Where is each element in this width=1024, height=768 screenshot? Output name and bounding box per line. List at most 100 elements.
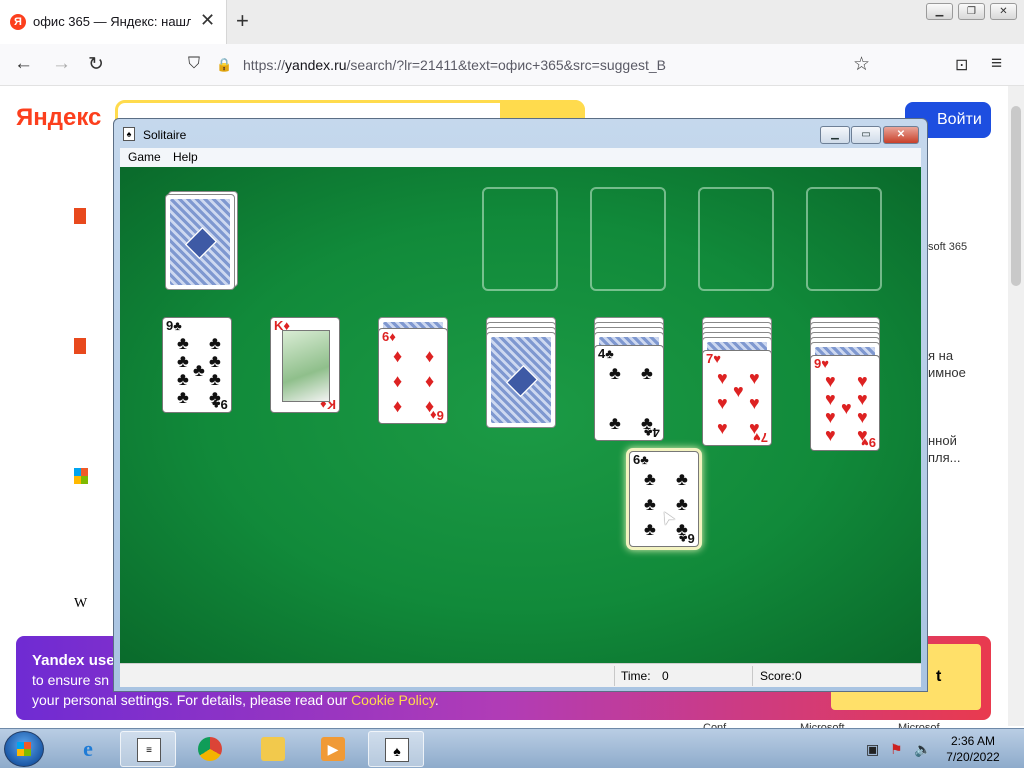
start-button[interactable] bbox=[4, 731, 44, 767]
taskbar: e ≡ ▶ ♠ ▣ ⚑ 🔈 2:36 AM 7/20/2022 bbox=[0, 728, 1024, 768]
result-text[interactable]: я на bbox=[928, 348, 953, 363]
card-pip: ♣ bbox=[676, 494, 688, 514]
card-pip: ♣ bbox=[177, 387, 189, 407]
tableau-card[interactable]: 6♦ 6♦ ♦ ♦ ♦ ♦ ♦ ♦ bbox=[378, 328, 448, 424]
solitaire-minimize-button[interactable]: ▁ bbox=[820, 126, 850, 144]
face-down-card[interactable] bbox=[486, 332, 556, 428]
stock-pile[interactable] bbox=[165, 194, 235, 290]
forward-icon[interactable]: → bbox=[52, 53, 71, 75]
card-pip: ♣ bbox=[209, 369, 221, 389]
game-table[interactable]: 9♣ 9♣ ♣ ♣ ♣ ♣ ♣ ♣ ♣ ♣ ♣ K♦ K♦ 6♦ 6♦ ♦ ♦ ♦ ♦ ♦ ♦ 4♣ 4♣ ♣ ♣ ♣ ♣ 7♥ 7♥ ♥… bbox=[120, 167, 921, 663]
result-text[interactable]: soft 365 bbox=[928, 241, 967, 253]
score-value: 0 bbox=[795, 669, 802, 683]
card-rank-top: 7♥ bbox=[706, 351, 721, 366]
card-pip: ♥ bbox=[825, 407, 836, 427]
menu-icon[interactable]: ≡ bbox=[991, 53, 1002, 75]
reload-icon[interactable]: ↻ bbox=[88, 53, 104, 76]
status-separator bbox=[614, 666, 615, 686]
card-pip: ♣ bbox=[644, 494, 656, 514]
file-explorer-taskbar-button[interactable] bbox=[245, 731, 301, 767]
card-pip: ♦ bbox=[393, 371, 403, 391]
notepad-taskbar-button[interactable]: ≡ bbox=[120, 731, 176, 767]
clock-date: 7/20/2022 bbox=[946, 750, 1000, 764]
action-center-flag-icon[interactable]: ⚑ bbox=[890, 741, 903, 758]
tableau-card[interactable]: 4♣ 4♣ ♣ ♣ ♣ ♣ bbox=[594, 345, 664, 441]
card-pip: ♥ bbox=[717, 393, 728, 413]
card-pip: ♥ bbox=[749, 418, 760, 438]
close-button[interactable]: ✕ bbox=[990, 3, 1017, 20]
taskbar-clock[interactable]: 2:36 AM 7/20/2022 bbox=[930, 733, 1016, 765]
card-pip: ♣ bbox=[676, 469, 688, 489]
back-icon[interactable]: ← bbox=[14, 53, 33, 75]
solitaire-title: Solitaire bbox=[143, 128, 187, 142]
tab-close-icon[interactable]: ✕ bbox=[200, 10, 215, 31]
office-icon bbox=[74, 208, 86, 224]
cookie-line: your personal settings. For details, ple… bbox=[32, 692, 439, 708]
lock-icon[interactable]: 🔒 bbox=[216, 57, 232, 73]
card-pip: ♣ bbox=[209, 351, 221, 371]
yandex-logo[interactable]: Яндекс bbox=[16, 104, 101, 132]
time-value: 0 bbox=[662, 669, 669, 683]
card-pip: ♣ bbox=[177, 369, 189, 389]
solitaire-close-button[interactable]: ✕ bbox=[883, 126, 919, 144]
network-icon[interactable]: ▣ bbox=[866, 741, 879, 758]
card-pip: ♦ bbox=[425, 371, 435, 391]
card-pip: ♥ bbox=[825, 425, 836, 445]
browser-titlebar: Я офис 365 — Яндекс: нашлось ✕ + ▁ ❐ ✕ bbox=[0, 0, 1024, 44]
shield-icon[interactable]: ⛉ bbox=[188, 55, 200, 73]
volume-icon[interactable]: 🔈 bbox=[914, 741, 931, 758]
browser-tab[interactable]: Я офис 365 — Яндекс: нашлось ✕ bbox=[0, 0, 227, 44]
result-text[interactable]: нной bbox=[928, 433, 957, 448]
url-path: /search/?lr=21411&text=офис+365&src=sugg… bbox=[346, 57, 667, 73]
browser-navbar: ← → ↻ ⛉ 🔒 https://yandex.ru/search/?lr=2… bbox=[0, 44, 1024, 86]
card-rank-top: 9♣ bbox=[166, 318, 182, 333]
card-pip: ♦ bbox=[393, 396, 403, 416]
solitaire-taskbar-button[interactable]: ♠ bbox=[368, 731, 424, 767]
wikipedia-icon: W bbox=[74, 596, 88, 611]
chrome-taskbar-button[interactable] bbox=[182, 731, 238, 767]
bookmark-star-icon[interactable]: ☆ bbox=[853, 53, 870, 76]
tableau-card[interactable]: 7♥ 7♥ ♥ ♥ ♥ ♥ ♥ ♥ ♥ bbox=[702, 350, 772, 446]
new-tab-button[interactable]: + bbox=[236, 8, 249, 34]
menu-help[interactable]: Help bbox=[173, 150, 198, 164]
card-pip: ♥ bbox=[841, 398, 852, 418]
url-text[interactable]: https://yandex.ru/search/?lr=21411&text=… bbox=[243, 57, 666, 73]
foundation-slot-1[interactable] bbox=[482, 187, 558, 291]
minimize-button[interactable]: ▁ bbox=[926, 3, 953, 20]
card-pip: ♣ bbox=[177, 333, 189, 353]
page-scrollbar[interactable] bbox=[1008, 86, 1024, 726]
chrome-icon bbox=[198, 737, 222, 761]
microsoft-logo-icon bbox=[74, 468, 88, 484]
card-pip: ♥ bbox=[825, 371, 836, 391]
restore-button[interactable]: ❐ bbox=[958, 3, 985, 20]
media-player-taskbar-button[interactable]: ▶ bbox=[305, 731, 361, 767]
internet-explorer-icon: e bbox=[83, 736, 93, 761]
result-text[interactable]: имное bbox=[928, 365, 966, 380]
foundation-slot-2[interactable] bbox=[590, 187, 666, 291]
yandex-favicon-icon: Я bbox=[10, 14, 26, 30]
solitaire-icon: ♠ bbox=[123, 127, 135, 141]
solitaire-maximize-button[interactable]: ▭ bbox=[851, 126, 881, 144]
pocket-icon[interactable]: ⊡ bbox=[955, 55, 968, 75]
cookie-policy-link[interactable]: Cookie Policy bbox=[351, 692, 435, 708]
menu-game[interactable]: Game bbox=[128, 150, 161, 164]
internet-explorer-taskbar-button[interactable]: e bbox=[60, 731, 116, 767]
tableau-card[interactable]: K♦ K♦ bbox=[270, 317, 340, 413]
result-text[interactable]: пля... bbox=[928, 450, 961, 465]
url-domain: yandex.ru bbox=[285, 57, 347, 73]
card-pip: ♥ bbox=[733, 381, 744, 401]
solitaire-menubar: Game Help bbox=[120, 148, 921, 167]
foundation-slot-3[interactable] bbox=[698, 187, 774, 291]
tableau-card[interactable]: 9♥ 9♥ ♥ ♥ ♥ ♥ ♥ ♥ ♥ ♥ ♥ bbox=[810, 355, 880, 451]
tableau-card[interactable]: 9♣ 9♣ ♣ ♣ ♣ ♣ ♣ ♣ ♣ ♣ ♣ bbox=[162, 317, 232, 413]
court-card-art bbox=[282, 330, 330, 402]
cookie-line: to ensure sn bbox=[32, 672, 110, 688]
dragged-card[interactable]: 6♣ 6♣ ♣ ♣ ♣ ♣ ♣ ♣ bbox=[629, 451, 699, 547]
card-back-ornament bbox=[505, 364, 539, 398]
cookie-text: . bbox=[434, 692, 439, 708]
foundation-slot-4[interactable] bbox=[806, 187, 882, 291]
cookie-accept-label: t bbox=[936, 668, 942, 685]
card-pip: ♣ bbox=[641, 363, 653, 383]
scrollbar-thumb[interactable] bbox=[1011, 106, 1021, 286]
url-prefix: https:// bbox=[243, 57, 286, 73]
